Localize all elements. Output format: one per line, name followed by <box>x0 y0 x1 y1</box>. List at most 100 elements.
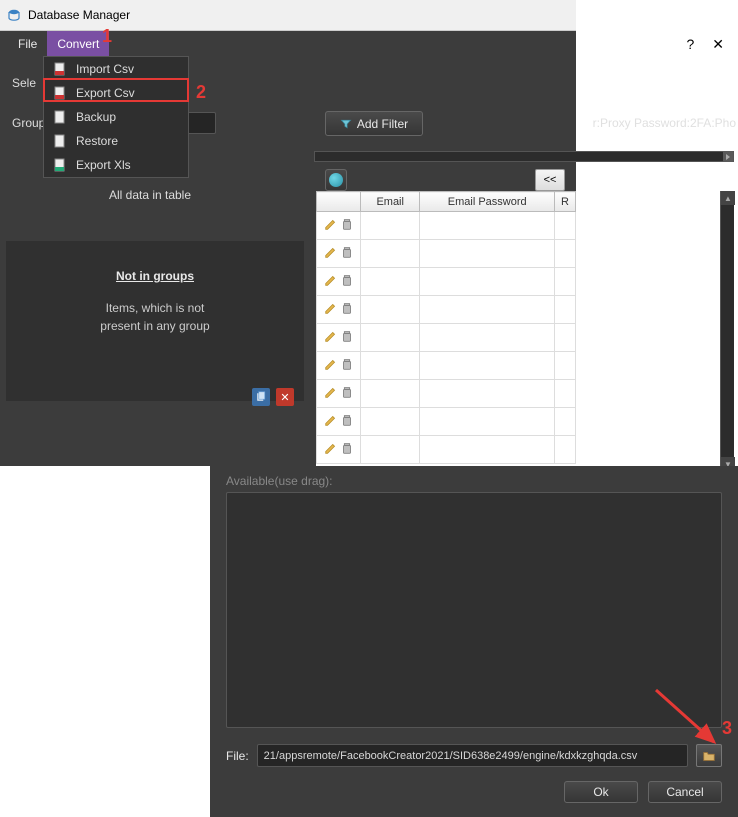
scroll-thumb[interactable] <box>723 151 733 162</box>
cell-email-password[interactable] <box>420 380 555 408</box>
edit-icon[interactable] <box>324 273 338 287</box>
table-row[interactable] <box>317 240 576 268</box>
cell-r[interactable] <box>555 324 576 352</box>
col-r[interactable]: R <box>555 192 576 212</box>
convert-dropdown: Import Csv Export Csv Backup Restore Exp… <box>43 56 189 178</box>
data-table: Email Email Password R <box>316 191 576 486</box>
edit-icon[interactable] <box>324 441 338 455</box>
cell-r[interactable] <box>555 212 576 240</box>
status-text: r:Proxy Password:2FA:Pho <box>593 116 736 130</box>
cell-email[interactable] <box>361 352 420 380</box>
file-icon <box>52 109 68 125</box>
not-in-groups-title: Not in groups <box>6 241 304 283</box>
file-icon <box>52 157 68 173</box>
cell-r[interactable] <box>555 296 576 324</box>
close-button[interactable]: ✕ <box>712 36 724 53</box>
cell-email-password[interactable] <box>420 296 555 324</box>
cell-email-password[interactable] <box>420 324 555 352</box>
table-row[interactable] <box>317 212 576 240</box>
menu-export-csv[interactable]: Export Csv <box>44 81 188 105</box>
vertical-scrollbar[interactable]: ▲ ▼ <box>720 191 734 471</box>
horizontal-scrollbar[interactable] <box>314 151 734 162</box>
table-row[interactable] <box>317 408 576 436</box>
table-row[interactable] <box>317 436 576 464</box>
cell-r[interactable] <box>555 268 576 296</box>
cell-email[interactable] <box>361 436 420 464</box>
menu-item-label: Import Csv <box>76 62 134 76</box>
cell-email[interactable] <box>361 324 420 352</box>
menu-restore[interactable]: Restore <box>44 129 188 153</box>
cell-email[interactable] <box>361 212 420 240</box>
col-email[interactable]: Email <box>361 192 420 212</box>
table-row[interactable] <box>317 352 576 380</box>
edit-icon[interactable] <box>324 245 338 259</box>
cancel-button[interactable]: Cancel <box>648 781 722 803</box>
title-bar: Database Manager <box>0 0 576 31</box>
scroll-up-icon[interactable]: ▲ <box>721 191 735 205</box>
trash-icon[interactable] <box>340 413 354 427</box>
edit-icon[interactable] <box>324 413 338 427</box>
help-button[interactable]: ? <box>686 36 694 52</box>
cell-email[interactable] <box>361 296 420 324</box>
table-row[interactable] <box>317 380 576 408</box>
trash-icon[interactable] <box>340 385 354 399</box>
file-label: File: <box>226 749 249 763</box>
edit-icon[interactable] <box>324 217 338 231</box>
table-row[interactable] <box>317 296 576 324</box>
edit-icon[interactable] <box>324 301 338 315</box>
pager-prev-button[interactable]: << <box>535 169 565 191</box>
menu-import-csv[interactable]: Import Csv <box>44 57 188 81</box>
trash-icon[interactable] <box>340 217 354 231</box>
cell-email-password[interactable] <box>420 268 555 296</box>
cell-email-password[interactable] <box>420 352 555 380</box>
cell-email[interactable] <box>361 408 420 436</box>
table-row[interactable] <box>317 268 576 296</box>
refresh-button[interactable] <box>325 169 347 191</box>
menu-item-label: Restore <box>76 134 118 148</box>
copy-button[interactable] <box>252 388 270 406</box>
edit-icon[interactable] <box>324 385 338 399</box>
cell-email-password[interactable] <box>420 240 555 268</box>
cell-email-password[interactable] <box>420 212 555 240</box>
cell-r[interactable] <box>555 436 576 464</box>
not-groups-actions: ✕ <box>252 388 294 406</box>
add-filter-button[interactable]: Add Filter <box>325 111 423 136</box>
trash-icon[interactable] <box>340 273 354 287</box>
callout-1: 1 <box>102 26 112 47</box>
cell-email[interactable] <box>361 240 420 268</box>
cell-r[interactable] <box>555 240 576 268</box>
trash-icon[interactable] <box>340 441 354 455</box>
delete-button[interactable]: ✕ <box>276 388 294 406</box>
cell-email[interactable] <box>361 380 420 408</box>
menu-convert[interactable]: Convert <box>47 31 109 56</box>
cell-r[interactable] <box>555 380 576 408</box>
file-path-input[interactable]: 21/appsremote/FacebookCreator2021/SID638… <box>257 744 688 767</box>
trash-icon[interactable] <box>340 329 354 343</box>
menu-file[interactable]: File <box>8 31 47 56</box>
window-title: Database Manager <box>28 8 130 22</box>
ok-button[interactable]: Ok <box>564 781 638 803</box>
edit-icon[interactable] <box>324 357 338 371</box>
trash-icon[interactable] <box>340 245 354 259</box>
cell-r[interactable] <box>555 408 576 436</box>
cell-email-password[interactable] <box>420 436 555 464</box>
cell-r[interactable] <box>555 352 576 380</box>
trash-icon[interactable] <box>340 357 354 371</box>
sele-label: Sele <box>12 76 36 90</box>
menu-item-label: Export Csv <box>76 86 135 100</box>
trash-icon[interactable] <box>340 301 354 315</box>
app-icon <box>6 7 22 23</box>
browse-button[interactable] <box>696 744 722 767</box>
row-tools <box>317 296 361 324</box>
cell-email[interactable] <box>361 268 420 296</box>
menu-backup[interactable]: Backup <box>44 105 188 129</box>
cell-email-password[interactable] <box>420 408 555 436</box>
callout-2: 2 <box>196 82 206 103</box>
available-dropzone[interactable] <box>226 492 722 728</box>
table-row[interactable] <box>317 324 576 352</box>
col-email-password[interactable]: Email Password <box>420 192 555 212</box>
edit-icon[interactable] <box>324 329 338 343</box>
file-row: File: 21/appsremote/FacebookCreator2021/… <box>226 744 722 767</box>
menu-export-xls[interactable]: Export Xls <box>44 153 188 177</box>
col-tools[interactable] <box>317 192 361 212</box>
